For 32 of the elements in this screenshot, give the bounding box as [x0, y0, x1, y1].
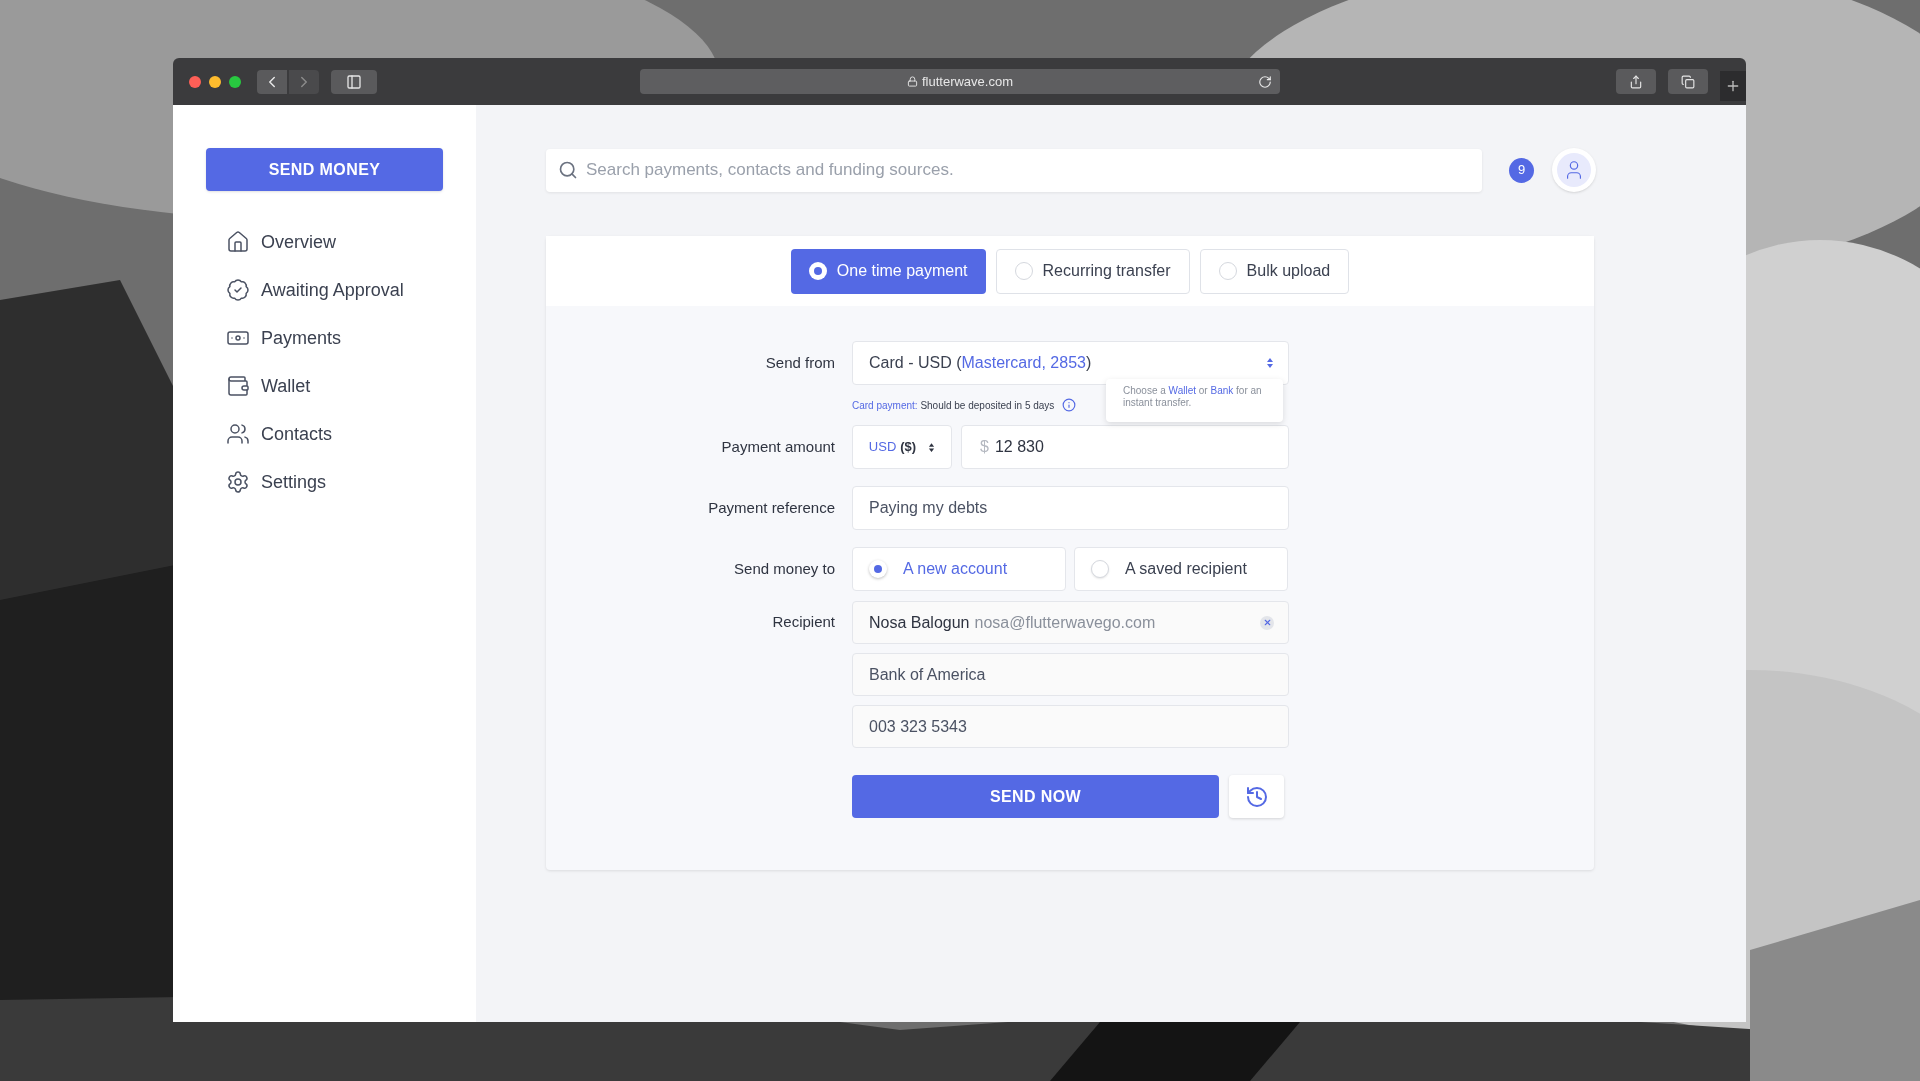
field-label: Payment amount [721, 436, 835, 457]
amount-field[interactable]: $ 12 830 [961, 425, 1289, 469]
nav-item[interactable]: Settings [226, 469, 476, 495]
payment-type-tab[interactable]: One time payment [790, 248, 986, 294]
recipient-field[interactable]: Nosa Balogun nosa@flutterwavego.com [852, 601, 1289, 644]
reference-field[interactable]: Paying my debts [852, 486, 1289, 530]
payment-type-tab[interactable]: Recurring transfer [995, 248, 1190, 294]
address-bar[interactable]: flutterwave.com [640, 69, 1280, 94]
send-money-button[interactable]: SEND MONEY [206, 148, 443, 191]
notification-badge[interactable]: 9 [1509, 157, 1534, 183]
currency-select[interactable]: USD ($) [852, 425, 952, 469]
send-from-select[interactable]: Card - USD (Mastercard, 2853) [852, 341, 1289, 385]
field-label: Payment reference [708, 497, 835, 518]
nav-item[interactable]: Wallet [226, 373, 476, 399]
send-now-button[interactable]: SEND NOW [852, 775, 1219, 818]
nav-item[interactable]: Contacts [226, 421, 476, 447]
search-field[interactable]: Search payments, contacts and funding sources. [546, 148, 1482, 192]
field-label: Send from [765, 352, 835, 373]
field-label: Send money to [734, 558, 835, 579]
nav-item[interactable]: Payments [226, 325, 476, 351]
account-number-field[interactable]: 003 323 5343 [852, 705, 1289, 748]
payment-type-tab[interactable]: Bulk upload [1199, 248, 1350, 294]
search-input[interactable]: Search payments, contacts and funding sources. [586, 157, 1470, 183]
url-text: flutterwave.com [921, 72, 1013, 91]
bank-field[interactable]: Bank of America [852, 653, 1289, 696]
nav-item[interactable]: Overview [226, 229, 476, 255]
field-label: Recipient [772, 612, 835, 633]
nav-item[interactable]: Awaiting Approval [226, 277, 476, 303]
tooltip-text: Choose a Wallet or Bank for an instant transfer. [1123, 385, 1263, 409]
recipient-type-option[interactable]: A saved recipient [1074, 547, 1288, 591]
card-payment-note: Card payment: Should be deposited in 5 days [852, 398, 1055, 413]
recipient-type-option[interactable]: A new account [852, 547, 1066, 591]
